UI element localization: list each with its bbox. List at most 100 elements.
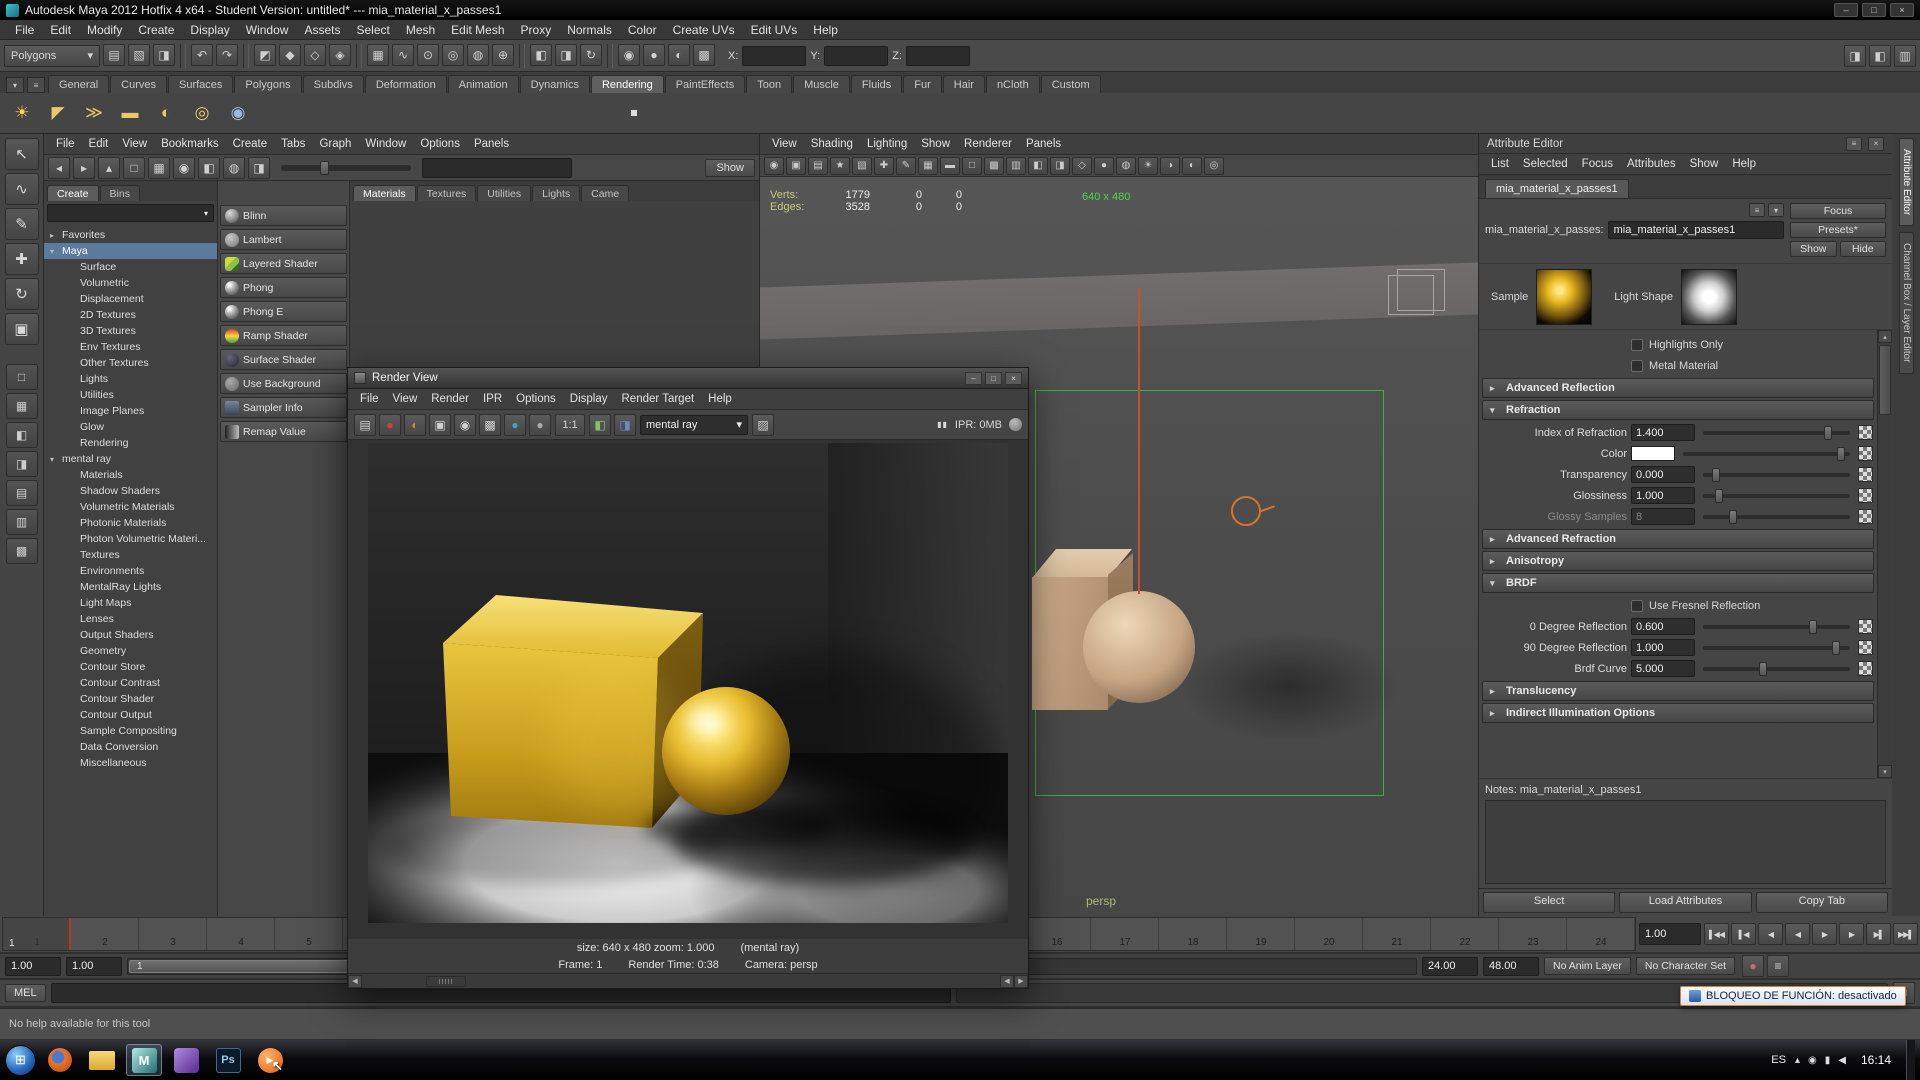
tree-item[interactable]: Output Shaders: [44, 627, 217, 643]
attribute-value-field[interactable]: 1.000: [1631, 487, 1695, 504]
menu-item[interactable]: Create: [227, 136, 274, 152]
playback-transport-button[interactable]: ▶: [1812, 923, 1837, 945]
viewport-toolbar-icon[interactable]: ✚: [874, 157, 894, 175]
render-view-titlebar[interactable]: Render View – □ ×: [348, 368, 1028, 389]
tray-icon[interactable]: ◉: [1808, 1055, 1817, 1066]
viewport-toolbar-icon[interactable]: ▬: [940, 157, 960, 175]
tray-icon[interactable]: ◀: [1838, 1055, 1846, 1066]
slider-handle[interactable]: [1809, 620, 1817, 634]
shelf-icon[interactable]: ≫: [78, 97, 110, 129]
playback-start-field[interactable]: 1.00: [66, 957, 122, 976]
shelf-icon[interactable]: [618, 97, 650, 129]
menu-item[interactable]: Mesh: [399, 21, 442, 39]
shelf-icon[interactable]: [582, 97, 614, 129]
shelf-tab[interactable]: Subdivs: [303, 75, 364, 93]
viewport-toolbar-icon[interactable]: ◨: [1050, 157, 1070, 175]
viewport-toolbar-icon[interactable]: ●: [1094, 157, 1114, 175]
current-frame-field[interactable]: 1.00: [1639, 923, 1701, 945]
shelf-icon[interactable]: ☀: [6, 97, 38, 129]
language-indicator[interactable]: ES: [1771, 1054, 1786, 1066]
viewport-toolbar-icon[interactable]: ✎: [896, 157, 916, 175]
viewport-toolbar-icon[interactable]: ▤: [808, 157, 828, 175]
tree-item[interactable]: Surface: [44, 259, 217, 275]
sidebar-toggle-icon[interactable]: ◨: [1844, 45, 1866, 67]
tree-expander-icon[interactable]: ▾: [50, 247, 59, 256]
menu-item[interactable]: Edit Mesh: [444, 21, 511, 39]
work-area-tab[interactable]: Lights: [532, 185, 580, 201]
slider-handle[interactable]: [1715, 489, 1723, 503]
menu-item[interactable]: Options: [414, 136, 466, 152]
section-header[interactable]: ▾ Refraction: [1482, 400, 1874, 420]
taskbar-app-icon[interactable]: [42, 1044, 78, 1076]
tree-item[interactable]: 3D Textures: [44, 323, 217, 339]
shelf-tab[interactable]: nCloth: [986, 75, 1040, 93]
tree-item[interactable]: Contour Shader: [44, 691, 217, 707]
light-manipulator-line[interactable]: [1138, 288, 1140, 594]
attribute-value-field[interactable]: 1.400: [1631, 424, 1695, 441]
playback-transport-button[interactable]: ◀: [1758, 923, 1783, 945]
tree-item[interactable]: Data Conversion: [44, 739, 217, 755]
statusline-icon[interactable]: [180, 44, 186, 68]
animation-end-field[interactable]: 48.00: [1483, 957, 1539, 976]
hypershade-filter-field[interactable]: [422, 158, 572, 178]
shelf-menu-icon[interactable]: ▾: [6, 77, 24, 93]
work-area-tab[interactable]: Utilities: [477, 185, 531, 201]
hypershade-toolbar-icon[interactable]: ◂: [48, 157, 70, 179]
tree-item[interactable]: Light Maps: [44, 595, 217, 611]
statusline-icon[interactable]: [356, 44, 362, 68]
menu-item[interactable]: Attributes: [1621, 156, 1682, 172]
playback-end-field[interactable]: 24.00: [1422, 957, 1478, 976]
menu-item[interactable]: Color: [621, 21, 664, 39]
hide-button[interactable]: Hide: [1840, 241, 1887, 257]
attribute-value-field[interactable]: 0.600: [1631, 618, 1695, 635]
animation-preferences-icon[interactable]: ≡: [1767, 955, 1789, 977]
shelf-icon[interactable]: [834, 97, 866, 129]
menu-item[interactable]: Shading: [805, 136, 859, 152]
statusline-icon[interactable]: ◎: [442, 44, 464, 66]
layout-preset-icon[interactable]: □: [6, 364, 38, 390]
statusline-icon[interactable]: ▩: [693, 44, 715, 66]
tree-item[interactable]: ▾ Maya: [44, 243, 217, 259]
menu-item[interactable]: Help: [806, 21, 845, 39]
menu-item[interactable]: Tabs: [275, 136, 311, 152]
checkbox[interactable]: [1631, 339, 1643, 351]
layout-preset-icon[interactable]: ◨: [6, 451, 38, 477]
layout-preset-icon[interactable]: ▤: [6, 480, 38, 506]
anim-layer-button[interactable]: No Anim Layer: [1544, 957, 1631, 975]
tree-item[interactable]: Miscellaneous: [44, 755, 217, 771]
shelf-icon[interactable]: [546, 97, 578, 129]
shelf-icon[interactable]: [510, 97, 542, 129]
statusline-icon[interactable]: ▤: [103, 44, 125, 66]
taskbar-app-icon[interactable]: [168, 1044, 204, 1076]
attribute-editor-scrollbar[interactable]: ▴ ▾: [1877, 330, 1892, 778]
statusline-icon[interactable]: ◉: [618, 44, 640, 66]
render-view-toolbar-icon[interactable]: ▤: [354, 414, 376, 436]
z-coordinate-field[interactable]: [906, 46, 970, 66]
shelf-icon[interactable]: [366, 97, 398, 129]
slider-handle[interactable]: [320, 161, 329, 175]
image-storage-icon[interactable]: ◧: [589, 414, 611, 436]
tree-item[interactable]: 2D Textures: [44, 307, 217, 323]
shelf-tab[interactable]: Animation: [448, 75, 519, 93]
section-header[interactable]: ▸ Translucency: [1482, 681, 1874, 701]
render-view-toolbar-icon[interactable]: ▩: [479, 414, 501, 436]
menu-item[interactable]: Edit: [43, 21, 78, 39]
tree-item[interactable]: ▾ mental ray: [44, 451, 217, 467]
shelf-tab[interactable]: Surfaces: [168, 75, 233, 93]
tree-item[interactable]: Other Textures: [44, 355, 217, 371]
shelf-tab[interactable]: Fur: [903, 75, 942, 93]
sidebar-vertical-tab[interactable]: Attribute Editor: [1899, 138, 1914, 226]
section-header[interactable]: ▸ Advanced Reflection: [1482, 378, 1874, 398]
statusline-icon[interactable]: ▧: [128, 44, 150, 66]
texture-map-button[interactable]: [1858, 509, 1873, 524]
scroll-left-icon[interactable]: ◀: [1000, 975, 1014, 988]
statusline-icon[interactable]: ⊙: [417, 44, 439, 66]
tree-item[interactable]: Textures: [44, 547, 217, 563]
menu-item[interactable]: Display: [564, 391, 614, 407]
close-button[interactable]: ×: [1005, 372, 1022, 385]
menu-item[interactable]: Create: [131, 21, 181, 39]
statusline-icon[interactable]: ◐: [668, 44, 690, 66]
texture-map-button[interactable]: [1858, 488, 1873, 503]
tree-item[interactable]: Sample Compositing: [44, 723, 217, 739]
tree-item[interactable]: Image Planes: [44, 403, 217, 419]
